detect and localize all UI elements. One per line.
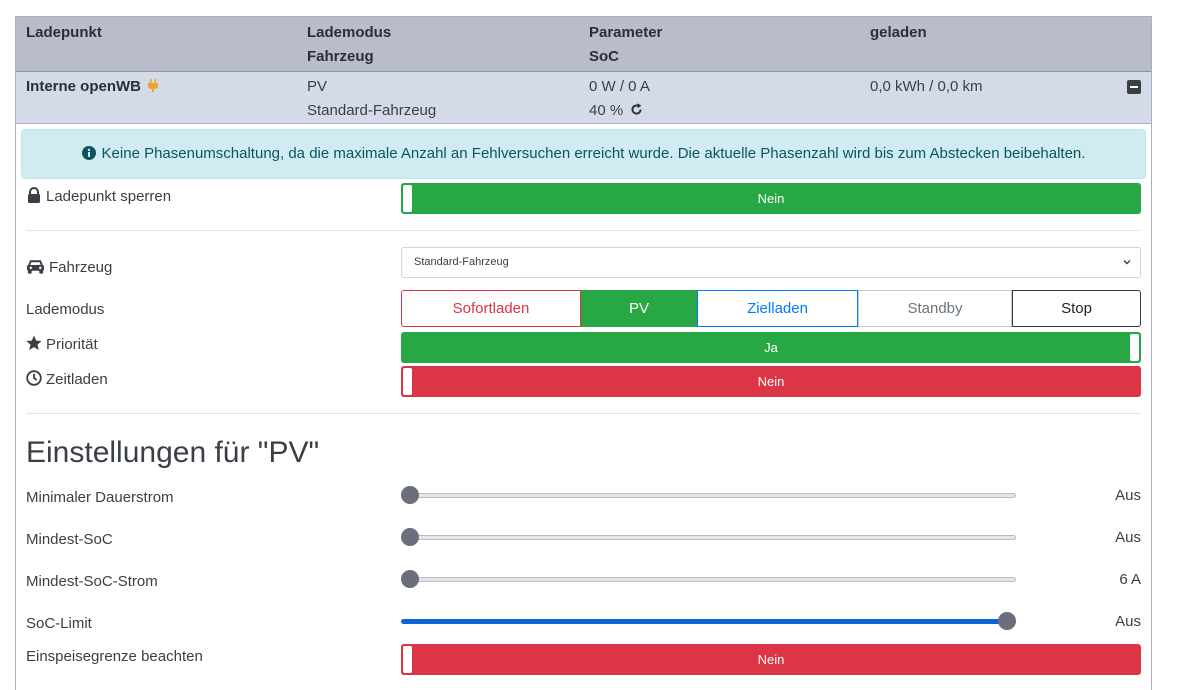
vehicle-select[interactable]: Standard-Fahrzeug bbox=[401, 247, 1141, 278]
soc-limit-value: Aus bbox=[1115, 613, 1141, 630]
car-icon bbox=[26, 260, 45, 274]
min-soc-current-slider[interactable] bbox=[401, 569, 1016, 589]
priority-toggle[interactable]: Ja bbox=[401, 332, 1141, 363]
min-current-value: Aus bbox=[1115, 487, 1141, 504]
slider-thumb[interactable] bbox=[401, 528, 419, 546]
header-soc: SoC bbox=[589, 48, 619, 65]
row-mode: PV bbox=[307, 78, 328, 95]
priority-label: Priorität bbox=[46, 336, 98, 353]
vehicle-label-row: Fahrzeug bbox=[26, 257, 112, 279]
timecharge-toggle-value: Nein bbox=[757, 374, 785, 389]
min-soc-current-value: 6 A bbox=[1119, 571, 1141, 588]
soc-limit-slider[interactable] bbox=[401, 611, 1016, 631]
mode-label: Lademodus bbox=[26, 301, 105, 318]
divider bbox=[26, 413, 1141, 414]
mode-button-standby[interactable]: Standby bbox=[858, 290, 1012, 327]
priority-toggle-value: Ja bbox=[764, 340, 778, 355]
minus-square-icon[interactable] bbox=[1127, 80, 1141, 94]
chargepoint-name-cell: Interne openWB bbox=[26, 75, 159, 99]
plug-icon bbox=[148, 79, 159, 92]
mode-button-sofortladen[interactable]: Sofortladen bbox=[401, 290, 581, 327]
lock-label: Ladepunkt sperren bbox=[46, 188, 172, 205]
chevron-down-icon bbox=[1123, 260, 1131, 265]
timecharge-label-row: Zeitladen bbox=[26, 369, 108, 391]
vehicle-select-value: Standard-Fahrzeug bbox=[414, 256, 509, 268]
chargepoint-row[interactable]: Interne openWB PV Standard-Fahrzeug 0 W … bbox=[16, 72, 1151, 124]
lock-icon bbox=[28, 187, 40, 203]
feed-in-toggle-value: Nein bbox=[757, 652, 785, 667]
vehicle-label: Fahrzeug bbox=[49, 259, 113, 276]
toggle-knob bbox=[403, 368, 412, 395]
mode-button-group: Sofortladen PV Zielladen Standby Stop bbox=[401, 290, 1141, 327]
slider-track bbox=[401, 535, 1016, 540]
row-vehicle: Standard-Fahrzeug bbox=[307, 102, 437, 119]
divider bbox=[26, 230, 1141, 231]
feed-in-label: Einspeisegrenze beachten bbox=[26, 648, 203, 665]
timecharge-label: Zeitladen bbox=[46, 371, 108, 388]
row-power: 0 W / 0 A bbox=[589, 78, 650, 95]
min-soc-label: Mindest-SoC bbox=[26, 531, 113, 548]
toggle-knob bbox=[403, 185, 412, 212]
toggle-knob bbox=[403, 646, 412, 673]
toggle-knob bbox=[1130, 334, 1139, 361]
chargepoint-name: Interne openWB bbox=[26, 78, 141, 95]
alert-text: Keine Phasenumschaltung, da die maximale… bbox=[101, 145, 1086, 162]
timecharge-toggle[interactable]: Nein bbox=[401, 366, 1141, 397]
slider-track bbox=[401, 619, 1016, 624]
header-parameter: Parameter bbox=[589, 24, 663, 41]
priority-label-row: Priorität bbox=[26, 334, 98, 356]
lock-label-row: Ladepunkt sperren bbox=[26, 186, 171, 208]
refresh-icon[interactable] bbox=[630, 103, 643, 116]
pv-settings-heading: Einstellungen für "PV" bbox=[26, 436, 320, 469]
table-header: Ladepunkt Lademodus Fahrzeug Parameter S… bbox=[16, 17, 1151, 72]
slider-track bbox=[401, 493, 1016, 498]
row-soc: 40 % bbox=[589, 102, 624, 119]
slider-thumb[interactable] bbox=[401, 570, 419, 588]
soc-limit-label: SoC-Limit bbox=[26, 615, 92, 632]
mode-button-zielladen[interactable]: Zielladen bbox=[697, 290, 858, 327]
min-soc-slider[interactable] bbox=[401, 527, 1016, 547]
mode-button-stop[interactable]: Stop bbox=[1012, 290, 1141, 327]
slider-thumb[interactable] bbox=[401, 486, 419, 504]
chargepoint-table: Ladepunkt Lademodus Fahrzeug Parameter S… bbox=[15, 16, 1152, 690]
star-icon bbox=[26, 335, 42, 350]
slider-track bbox=[401, 577, 1016, 582]
header-geladen: geladen bbox=[870, 24, 927, 41]
min-soc-current-label: Mindest-SoC-Strom bbox=[26, 573, 158, 590]
lock-toggle-value: Nein bbox=[757, 191, 785, 206]
mode-button-pv[interactable]: PV bbox=[581, 290, 697, 327]
header-fahrzeug: Fahrzeug bbox=[307, 48, 374, 65]
slider-thumb[interactable] bbox=[998, 612, 1016, 630]
row-charged: 0,0 kWh / 0,0 km bbox=[870, 78, 983, 95]
min-current-slider[interactable] bbox=[401, 485, 1016, 505]
min-current-label: Minimaler Dauerstrom bbox=[26, 489, 174, 506]
header-ladepunkt: Ladepunkt bbox=[26, 24, 102, 41]
info-alert: Keine Phasenumschaltung, da die maximale… bbox=[21, 129, 1146, 179]
min-soc-value: Aus bbox=[1115, 529, 1141, 546]
lock-toggle[interactable]: Nein bbox=[401, 183, 1141, 214]
info-circle-icon bbox=[81, 146, 96, 160]
clock-icon bbox=[26, 370, 42, 386]
row-soc-cell: 40 % bbox=[589, 99, 643, 123]
feed-in-toggle[interactable]: Nein bbox=[401, 644, 1141, 675]
header-lademodus: Lademodus bbox=[307, 24, 392, 41]
